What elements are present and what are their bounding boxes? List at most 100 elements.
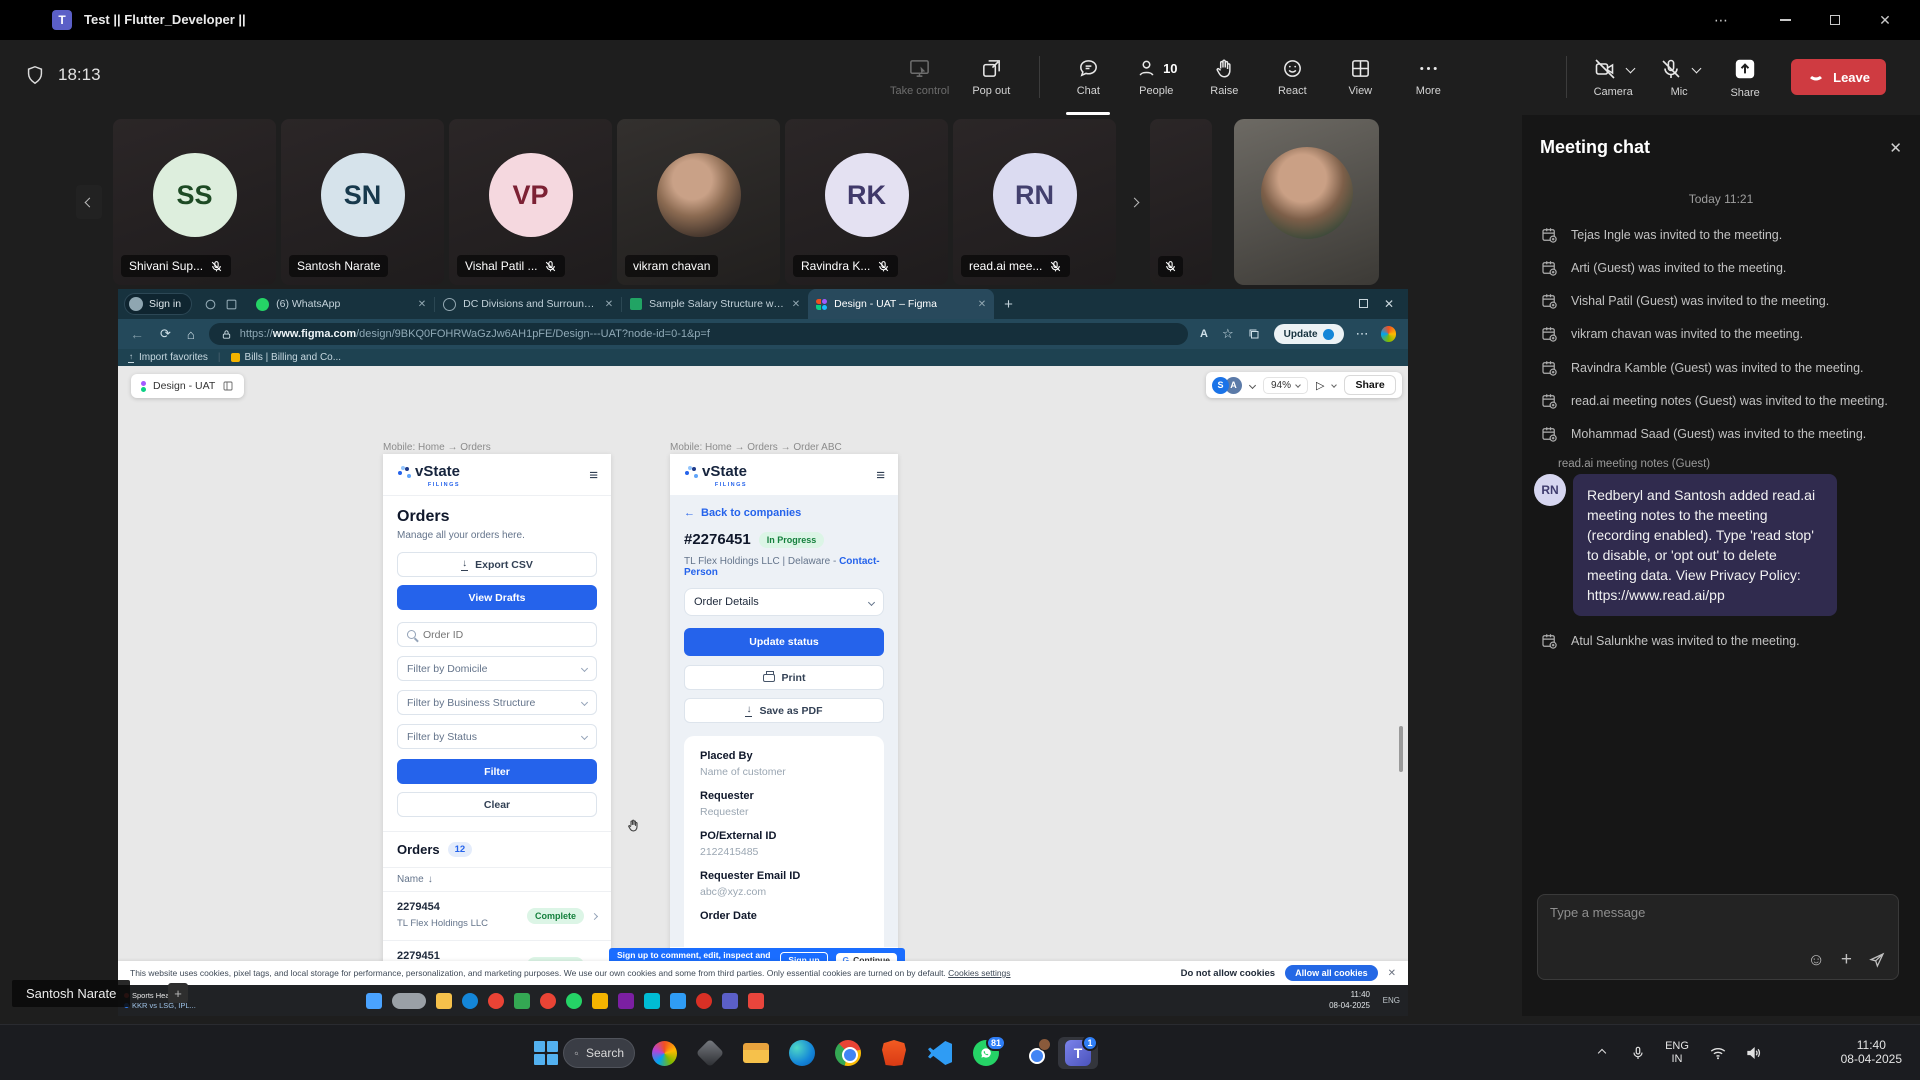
tray-mic-icon[interactable]: [1622, 1037, 1654, 1069]
scroll-left-button[interactable]: [76, 185, 102, 219]
tray-wifi-icon[interactable]: [1702, 1037, 1734, 1069]
hamburger-icon[interactable]: ≡: [589, 467, 598, 484]
more-button[interactable]: More: [1402, 46, 1454, 108]
figma-file-menu[interactable]: Design - UAT: [131, 374, 244, 398]
raise-hand-button[interactable]: Raise: [1198, 46, 1250, 108]
tray-volume-icon[interactable]: [1738, 1037, 1770, 1069]
participant-tile[interactable]: VP Vishal Patil ...: [449, 119, 612, 285]
order-row[interactable]: 2279454TL Flex Holdings LLC Complete: [383, 892, 611, 941]
participant-tile[interactable]: vikram chavan: [617, 119, 780, 285]
zoom-menu[interactable]: 94%: [1263, 377, 1308, 394]
remote-taskbar-icon[interactable]: [392, 993, 426, 1009]
teams-taskbar-icon[interactable]: T 1: [1058, 1037, 1098, 1069]
layers-panel-icon[interactable]: [222, 380, 234, 392]
pop-out-button[interactable]: Pop out: [965, 46, 1017, 108]
browser-tab[interactable]: (6) WhatsApp✕: [248, 289, 434, 319]
collections-icon[interactable]: [1248, 328, 1260, 340]
back-icon[interactable]: ←: [130, 326, 144, 342]
deny-cookies-button[interactable]: Do not allow cookies: [1181, 968, 1276, 979]
design-frame-order-detail[interactable]: vStateFILINGS ≡ ←Back to companies #2276…: [670, 454, 898, 959]
chat-input-box[interactable]: ☺ +: [1537, 894, 1899, 980]
chrome-icon[interactable]: [832, 1037, 864, 1069]
remote-taskbar-icon[interactable]: [592, 993, 608, 1009]
minimize-button[interactable]: [1762, 0, 1808, 40]
people-button[interactable]: 10 People: [1130, 46, 1182, 108]
tab-close-icon[interactable]: ✕: [418, 299, 426, 310]
participant-tile[interactable]: RN read.ai mee...: [953, 119, 1116, 285]
remote-taskbar-icon[interactable]: [696, 993, 712, 1009]
tray-language[interactable]: ENGIN: [1658, 1037, 1696, 1069]
camera-button[interactable]: Camera: [1587, 46, 1639, 108]
browser-maximize-button[interactable]: [1359, 295, 1368, 313]
close-button[interactable]: ✕: [1862, 0, 1908, 40]
participant-tile[interactable]: SN Santosh Narate: [281, 119, 444, 285]
mic-options-chevron-icon[interactable]: [1691, 64, 1701, 74]
canvas-scrollbar[interactable]: [1399, 726, 1403, 772]
shared-screen-browser[interactable]: Sign in (6) WhatsApp✕ DC Divisions and S…: [118, 289, 1408, 1016]
remote-taskbar-icon[interactable]: [670, 993, 686, 1009]
browser-update-button[interactable]: Update: [1274, 324, 1344, 344]
start-button[interactable]: [530, 1037, 562, 1069]
chrome-profile-icon[interactable]: [1018, 1037, 1050, 1069]
filter-structure-select[interactable]: Filter by Business Structure: [397, 690, 597, 715]
favorite-item[interactable]: Bills | Billing and Co...: [231, 352, 342, 363]
remote-taskbar-icon[interactable]: [722, 993, 738, 1009]
remote-taskbar-icon[interactable]: [644, 993, 660, 1009]
view-button[interactable]: View: [1334, 46, 1386, 108]
collaborator-avatar[interactable]: S: [1212, 377, 1229, 394]
remote-taskbar-icon[interactable]: [566, 993, 582, 1009]
emoji-icon[interactable]: ☺: [1808, 950, 1825, 970]
share-button[interactable]: Share: [1719, 46, 1771, 108]
back-to-companies-link[interactable]: ←Back to companies: [684, 507, 884, 519]
mic-button[interactable]: Mic: [1653, 46, 1705, 108]
collaborators-chevron-icon[interactable]: [1249, 381, 1256, 388]
frame-label[interactable]: Mobile: Home → Orders → Order ABC: [670, 442, 842, 453]
whatsapp-icon[interactable]: 81: [970, 1037, 1002, 1069]
browser-more-icon[interactable]: ⋯: [1356, 326, 1369, 342]
remote-taskbar-icon[interactable]: [436, 993, 452, 1009]
present-chevron-icon[interactable]: [1332, 382, 1338, 388]
clear-button[interactable]: Clear: [397, 792, 597, 817]
export-csv-button[interactable]: ↓Export CSV: [397, 552, 597, 577]
order-id-input[interactable]: [423, 629, 587, 641]
new-tab-button[interactable]: +: [1004, 296, 1013, 313]
vscode-icon[interactable]: [924, 1037, 956, 1069]
remote-taskbar-icon[interactable]: [366, 993, 382, 1009]
prism-app-icon[interactable]: [694, 1037, 726, 1069]
brave-icon[interactable]: [878, 1037, 910, 1069]
taskbar-search[interactable]: Search: [563, 1038, 635, 1068]
file-explorer-icon[interactable]: [740, 1037, 772, 1069]
remote-taskbar-icon[interactable]: [748, 993, 764, 1009]
send-icon[interactable]: [1868, 951, 1886, 969]
tab-actions-icon[interactable]: [225, 298, 238, 311]
print-button[interactable]: Print: [684, 665, 884, 690]
workspaces-icon[interactable]: [204, 298, 217, 311]
remote-taskbar-icon[interactable]: [514, 993, 530, 1009]
cookie-settings-link[interactable]: Cookies settings: [948, 968, 1010, 978]
participant-tile[interactable]: SS Shivani Sup...: [113, 119, 276, 285]
leave-button[interactable]: Leave: [1791, 59, 1886, 95]
chat-message-input[interactable]: [1550, 905, 1850, 920]
tray-expand-icon[interactable]: [1586, 1037, 1618, 1069]
react-button[interactable]: React: [1266, 46, 1318, 108]
tab-close-icon[interactable]: ✕: [792, 299, 800, 310]
tab-close-icon[interactable]: ✕: [978, 299, 986, 310]
order-details-select[interactable]: Order Details: [684, 588, 884, 616]
hamburger-icon[interactable]: ≡: [876, 467, 885, 484]
remote-taskbar-icon[interactable]: [488, 993, 504, 1009]
chat-button[interactable]: Chat: [1062, 46, 1114, 108]
participant-tile[interactable]: RK Ravindra K...: [785, 119, 948, 285]
maximize-button[interactable]: [1812, 0, 1858, 40]
browser-tab[interactable]: Sample Salary Structure with calc✕: [622, 289, 808, 319]
update-status-button[interactable]: Update status: [684, 628, 884, 656]
spotlight-video-tile[interactable]: [1234, 119, 1379, 285]
refresh-icon[interactable]: ⟳: [160, 326, 171, 342]
present-button[interactable]: ▷: [1316, 379, 1324, 392]
figma-canvas[interactable]: Design - UAT S A 94% ▷ Share Mobile: Hom…: [118, 366, 1408, 961]
frame-label[interactable]: Mobile: Home → Orders: [383, 442, 491, 453]
filter-status-select[interactable]: Filter by Status: [397, 724, 597, 749]
copilot-icon[interactable]: [1381, 326, 1396, 342]
figma-share-button[interactable]: Share: [1344, 375, 1395, 395]
remote-taskbar-icon[interactable]: [618, 993, 634, 1009]
design-frame-orders[interactable]: vStateFILINGS ≡ Orders Manage all your o…: [383, 454, 611, 1016]
